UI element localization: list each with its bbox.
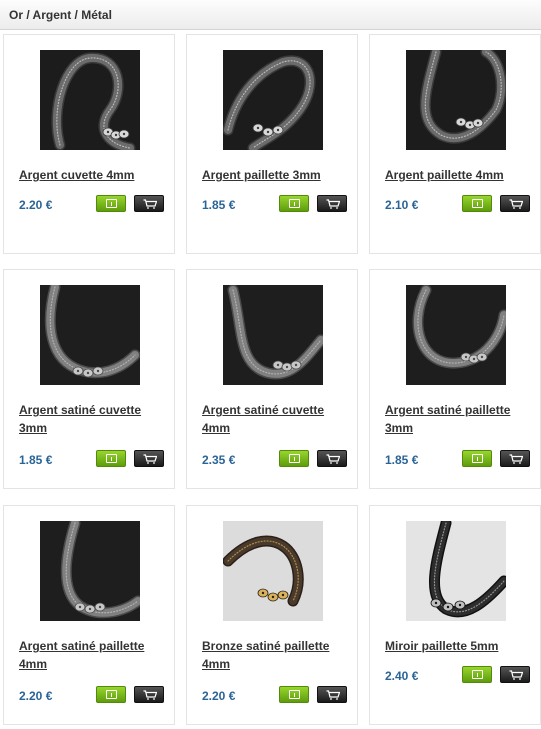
cart-icon: [326, 690, 340, 700]
product-title-link[interactable]: Miroir paillette 5mm: [385, 637, 535, 655]
product-title-link[interactable]: Argent satiné cuvette 4mm: [202, 401, 352, 437]
product-info-button[interactable]: [279, 450, 309, 467]
info-icon: [289, 454, 300, 463]
product-info-button[interactable]: [96, 686, 126, 703]
product-title-link[interactable]: Argent paillette 4mm: [385, 166, 535, 184]
add-to-cart-button[interactable]: [134, 195, 164, 212]
product-price: 1.85 €: [202, 198, 236, 212]
product-card: Bronze satiné paillette 4mm 2.20 €: [186, 505, 358, 725]
add-to-cart-button[interactable]: [317, 195, 347, 212]
info-icon: [106, 690, 117, 699]
product-image[interactable]: [40, 285, 140, 385]
product-image[interactable]: [223, 50, 323, 150]
product-card: Argent cuvette 4mm 2.20 €: [3, 34, 175, 254]
product-info-button[interactable]: [279, 195, 309, 212]
product-price: 1.85 €: [19, 453, 53, 467]
cart-icon: [143, 690, 157, 700]
add-to-cart-button[interactable]: [500, 195, 530, 212]
info-icon: [289, 690, 300, 699]
cart-icon: [143, 199, 157, 209]
product-price: 2.10 €: [385, 198, 419, 212]
cart-icon: [509, 199, 523, 209]
product-info-button[interactable]: [462, 450, 492, 467]
product-price: 2.40 €: [385, 669, 419, 683]
product-image[interactable]: [406, 285, 506, 385]
product-card: Argent satiné cuvette 4mm 2.35 €: [186, 269, 358, 489]
product-image[interactable]: [40, 521, 140, 621]
product-card: Miroir paillette 5mm 2.40 €: [369, 505, 541, 725]
product-price: 2.20 €: [19, 689, 53, 703]
cart-icon: [326, 454, 340, 464]
product-info-button[interactable]: [279, 686, 309, 703]
product-price: 2.35 €: [202, 453, 236, 467]
add-to-cart-button[interactable]: [134, 686, 164, 703]
product-card: Argent paillette 4mm 2.10 €: [369, 34, 541, 254]
product-title-link[interactable]: Argent cuvette 4mm: [19, 166, 169, 184]
product-image[interactable]: [223, 285, 323, 385]
cart-icon: [143, 454, 157, 464]
product-info-button[interactable]: [462, 195, 492, 212]
product-image[interactable]: [223, 521, 323, 621]
product-info-button[interactable]: [96, 450, 126, 467]
cart-icon: [509, 454, 523, 464]
cart-icon: [326, 199, 340, 209]
product-title-link[interactable]: Argent satiné paillette 4mm: [19, 637, 169, 673]
product-image[interactable]: [406, 521, 506, 621]
info-icon: [472, 199, 483, 208]
add-to-cart-button[interactable]: [500, 450, 530, 467]
product-price: 1.85 €: [385, 453, 419, 467]
info-icon: [472, 670, 483, 679]
breadcrumb: Or / Argent / Métal: [9, 8, 112, 22]
product-title-link[interactable]: Argent satiné cuvette 3mm: [19, 401, 169, 437]
cart-icon: [509, 670, 523, 680]
product-image[interactable]: [406, 50, 506, 150]
product-card: Argent satiné paillette 4mm 2.20 €: [3, 505, 175, 725]
product-info-button[interactable]: [96, 195, 126, 212]
product-image[interactable]: [40, 50, 140, 150]
product-card: Argent paillette 3mm 1.85 €: [186, 34, 358, 254]
product-card: Argent satiné cuvette 3mm 1.85 €: [3, 269, 175, 489]
product-card: Argent satiné paillette 3mm 1.85 €: [369, 269, 541, 489]
product-price: 2.20 €: [19, 198, 53, 212]
add-to-cart-button[interactable]: [134, 450, 164, 467]
product-title-link[interactable]: Bronze satiné paillette 4mm: [202, 637, 352, 673]
add-to-cart-button[interactable]: [317, 450, 347, 467]
product-info-button[interactable]: [462, 666, 492, 683]
product-title-link[interactable]: Argent paillette 3mm: [202, 166, 352, 184]
info-icon: [106, 454, 117, 463]
info-icon: [472, 454, 483, 463]
breadcrumb-bar: Or / Argent / Métal: [0, 0, 541, 30]
product-price: 2.20 €: [202, 689, 236, 703]
product-title-link[interactable]: Argent satiné paillette 3mm: [385, 401, 535, 437]
add-to-cart-button[interactable]: [500, 666, 530, 683]
info-icon: [106, 199, 117, 208]
add-to-cart-button[interactable]: [317, 686, 347, 703]
info-icon: [289, 199, 300, 208]
